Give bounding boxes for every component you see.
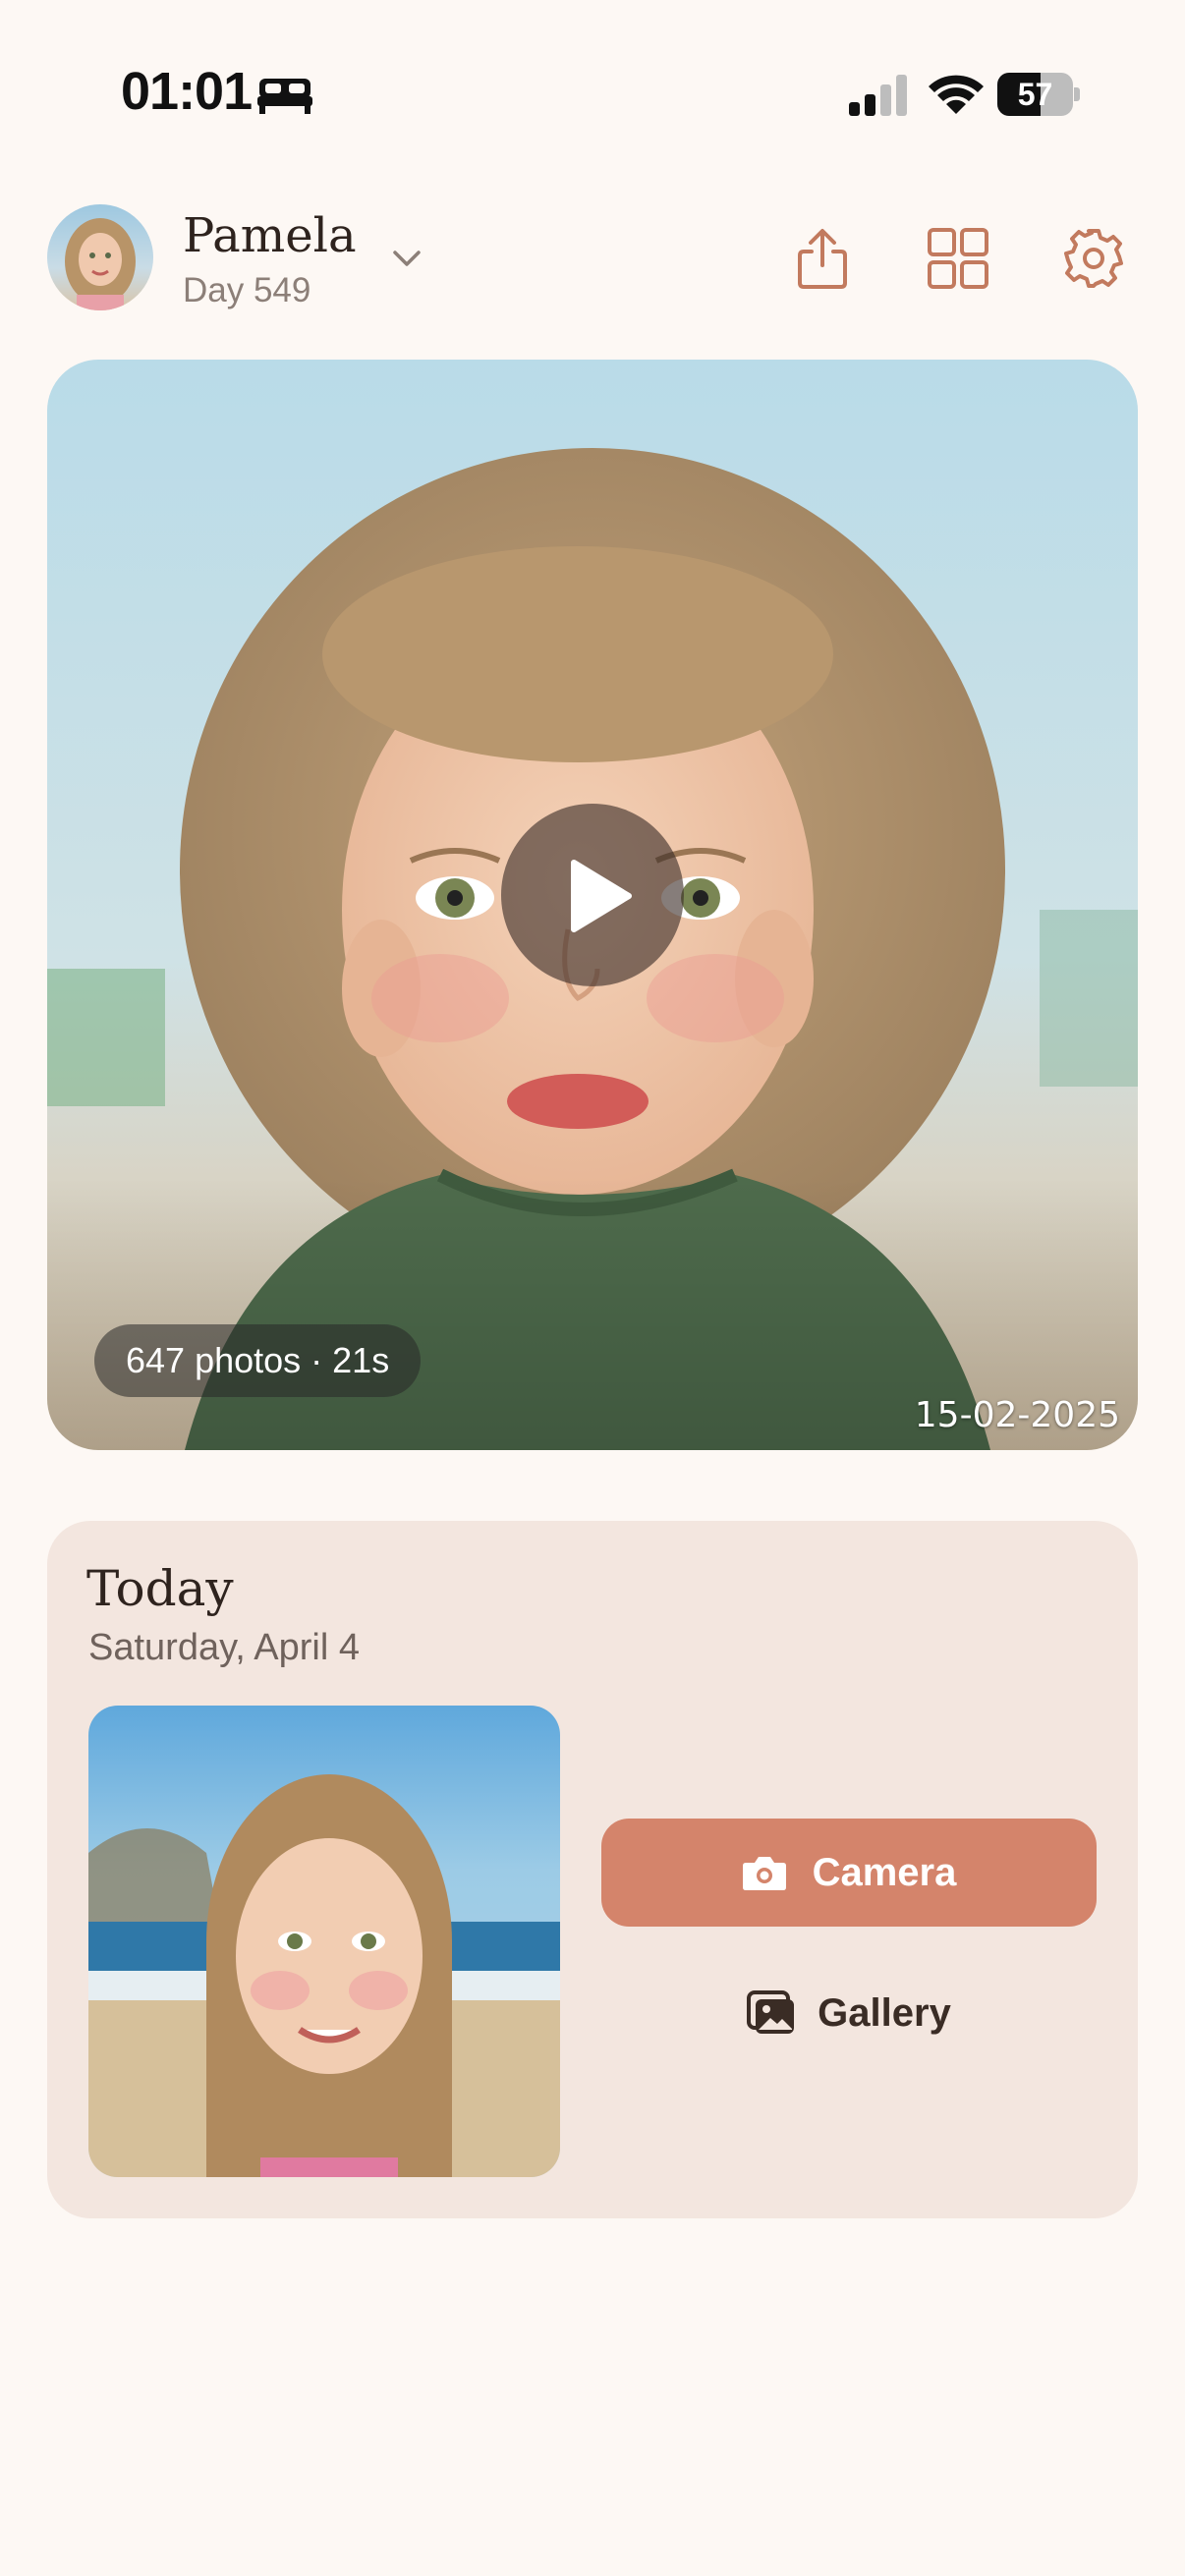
cellular-signal-icon	[849, 75, 907, 116]
grid-icon[interactable]	[924, 224, 992, 293]
camera-button[interactable]: Camera	[601, 1819, 1097, 1927]
today-photo[interactable]	[88, 1706, 560, 2177]
wifi-icon	[929, 75, 984, 114]
preview-date: 15-02-2025	[914, 1395, 1120, 1435]
profile-name[interactable]: Pamela	[183, 208, 357, 263]
gear-icon[interactable]	[1059, 224, 1128, 293]
play-icon	[571, 860, 632, 932]
play-button[interactable]	[501, 804, 684, 986]
gallery-button-label: Gallery	[818, 1990, 951, 2035]
chevron-down-icon[interactable]	[389, 244, 424, 273]
battery-level: 57	[1017, 77, 1053, 112]
camera-icon	[742, 1857, 786, 1890]
bed-icon	[257, 79, 312, 114]
status-time: 01:01	[121, 62, 253, 121]
share-icon[interactable]	[788, 224, 857, 293]
avatar[interactable]	[47, 204, 153, 310]
camera-button-label: Camera	[812, 1850, 957, 1894]
today-date: Saturday, April 4	[88, 1627, 361, 1668]
gallery-button[interactable]: Gallery	[601, 1959, 1097, 2067]
gallery-icon	[747, 1990, 795, 2034]
profile-day-count: Day 549	[183, 271, 311, 309]
today-title: Today	[86, 1560, 234, 1617]
photos-count-badge: 647 photos · 21s	[94, 1324, 422, 1397]
battery-icon: 57	[997, 73, 1080, 116]
